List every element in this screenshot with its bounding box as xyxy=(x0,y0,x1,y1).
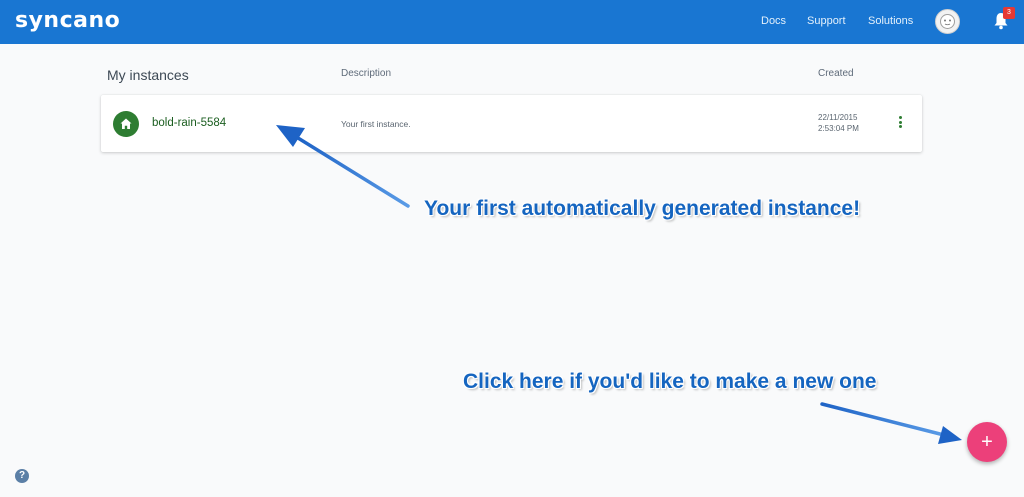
help-icon[interactable]: ? xyxy=(15,469,29,483)
annotation-make-new: Click here if you'd like to make a new o… xyxy=(463,370,877,393)
arrow-to-instance xyxy=(276,125,410,208)
add-instance-button[interactable]: + xyxy=(967,422,1007,462)
annotation-arrows xyxy=(276,125,962,444)
arrow-to-add-button xyxy=(820,402,962,444)
annotation-first-instance: Your first automatically generated insta… xyxy=(424,197,861,220)
